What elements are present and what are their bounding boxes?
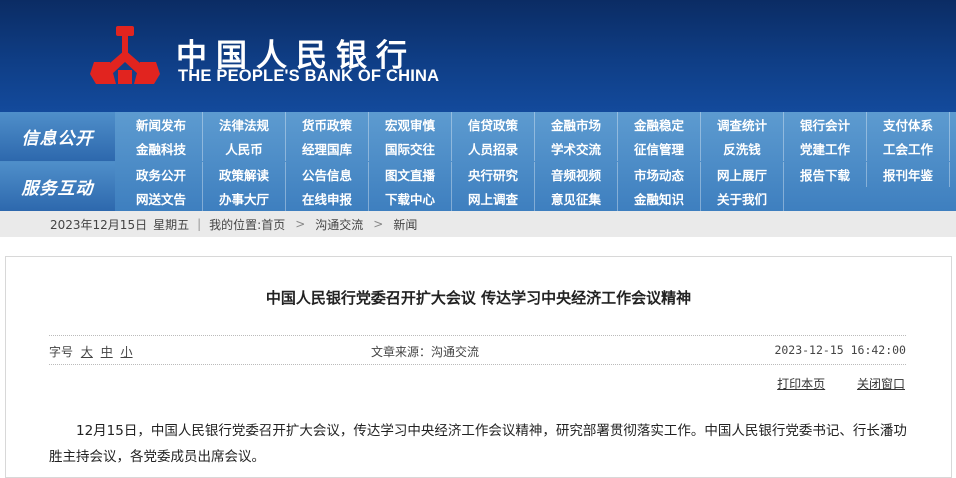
current-date: 2023年12月15日 (50, 217, 148, 232)
font-size-label: 字号 (49, 345, 74, 359)
font-medium-link[interactable]: 中 (101, 345, 113, 359)
article-actions: 打印本页 关闭窗口 (749, 375, 905, 392)
info-nav-item[interactable]: 学术交流 (535, 136, 618, 161)
info-nav-item[interactable]: 金融市场 (535, 112, 618, 137)
font-large-link[interactable]: 大 (81, 345, 93, 359)
service-nav-item[interactable]: 政务公开 (120, 162, 203, 187)
article-meta: 字号 大 中 小 文章来源：沟通交流 2023-12-15 16:42:00 (49, 335, 906, 365)
info-nav-item[interactable]: 征信管理 (618, 136, 701, 161)
info-nav-item[interactable]: 支付体系 (867, 112, 950, 137)
breadcrumb-bar: 2023年12月15日 星期五 | 我的位置: 首页 > 沟通交流 > 新闻 (0, 211, 956, 237)
service-nav-item[interactable]: 关于我们 (701, 186, 784, 211)
info-nav-item[interactable]: 党建工作 (784, 136, 867, 161)
info-nav-item[interactable]: 人民币 (203, 136, 286, 161)
breadcrumb-level2-link[interactable]: 新闻 (393, 216, 417, 233)
service-nav-item[interactable]: 网上展厅 (701, 162, 784, 187)
service-nav-item[interactable]: 在线申报 (286, 186, 369, 211)
close-window-link[interactable]: 关闭窗口 (857, 377, 905, 391)
service-nav-item[interactable]: 公告信息 (286, 162, 369, 187)
font-size-controls: 字号 大 中 小 (49, 343, 133, 360)
info-nav-item[interactable]: 货币政策 (286, 112, 369, 137)
service-nav-item[interactable]: 政策解读 (203, 162, 286, 187)
service-nav-item[interactable]: 报刊年鉴 (867, 162, 950, 187)
info-nav-item[interactable]: 法律法规 (203, 112, 286, 137)
info-nav-item[interactable]: 新闻发布 (120, 112, 203, 137)
service-nav-item[interactable]: 办事大厅 (203, 186, 286, 211)
article-container: 中国人民银行党委召开扩大会议 传达学习中央经济工作会议精神 字号 大 中 小 文… (5, 256, 952, 478)
info-nav-item[interactable]: 人员招录 (452, 136, 535, 161)
current-weekday: 星期五 (153, 217, 190, 232)
brand-name-en: THE PEOPLE'S BANK OF CHINA (178, 67, 440, 85)
site-header: 中国人民银行 THE PEOPLE'S BANK OF CHINA (0, 0, 956, 112)
info-nav-item[interactable]: 金融科技 (120, 136, 203, 161)
breadcrumb-prefix: 我的位置: (209, 217, 262, 232)
service-nav-item[interactable]: 下载中心 (369, 186, 452, 211)
info-nav-item[interactable]: 国际交往 (369, 136, 452, 161)
service-nav-item[interactable]: 图文直播 (369, 162, 452, 187)
service-nav-grid: 政务公开 政策解读 公告信息 图文直播 央行研究 音频视频 市场动态 网上展厅 报告下载 报刊年鉴… (120, 162, 950, 211)
print-page-link[interactable]: 打印本页 (777, 377, 825, 391)
info-nav-item[interactable]: 调查统计 (701, 112, 784, 137)
info-section-label: 信息公开 (0, 112, 115, 161)
info-nav-item[interactable]: 经理国库 (286, 136, 369, 161)
service-section-label: 服务互动 (0, 162, 115, 211)
breadcrumb-level1-link[interactable]: 沟通交流 (315, 216, 363, 233)
pboc-emblem-icon[interactable] (86, 24, 164, 88)
service-nav-item[interactable]: 金融知识 (618, 186, 701, 211)
info-nav-item[interactable]: 宏观审慎 (369, 112, 452, 137)
article-datetime: 2023-12-15 16:42:00 (774, 343, 906, 357)
info-nav-item[interactable]: 信贷政策 (452, 112, 535, 137)
info-nav-item[interactable]: 金融稳定 (618, 112, 701, 137)
info-nav-item[interactable]: 反洗钱 (701, 136, 784, 161)
service-nav-item[interactable]: 网送文告 (120, 186, 203, 211)
divider: | (197, 217, 202, 231)
font-small-link[interactable]: 小 (121, 345, 133, 359)
chevron-right-icon: > (295, 217, 306, 231)
info-nav-item[interactable]: 银行会计 (784, 112, 867, 137)
breadcrumb-home-link[interactable]: 首页 (261, 216, 285, 233)
service-nav-item[interactable]: 报告下载 (784, 162, 867, 187)
service-nav-item[interactable]: 央行研究 (452, 162, 535, 187)
info-nav-item[interactable]: 工会工作 (867, 136, 950, 161)
service-nav-item[interactable]: 网上调查 (452, 186, 535, 211)
info-nav-grid: 新闻发布 法律法规 货币政策 宏观审慎 信贷政策 金融市场 金融稳定 调查统计 银行会计 支付体系… (120, 112, 950, 161)
main-navigation: 信息公开 新闻发布 法律法规 货币政策 宏观审慎 信贷政策 金融市场 金融稳定 调查统计 银行会… (0, 112, 956, 211)
chevron-right-icon: > (373, 217, 384, 231)
article-source: 文章来源：沟通交流 (371, 345, 480, 359)
service-nav-item[interactable]: 意见征集 (535, 186, 618, 211)
service-nav-item[interactable]: 市场动态 (618, 162, 701, 187)
article-body: 12月15日，中国人民银行党委召开扩大会议，传达学习中央经济工作会议精神，研究部… (49, 423, 907, 465)
service-nav-item[interactable]: 音频视频 (535, 162, 618, 187)
service-section: 服务互动 政务公开 政策解读 公告信息 图文直播 央行研究 音频视频 市场动态 网上展厅 报告下… (0, 162, 956, 211)
info-section: 信息公开 新闻发布 法律法规 货币政策 宏观审慎 信贷政策 金融市场 金融稳定 调查统计 银行会… (0, 112, 956, 161)
article-title: 中国人民银行党委召开扩大会议 传达学习中央经济工作会议精神 (265, 289, 692, 307)
